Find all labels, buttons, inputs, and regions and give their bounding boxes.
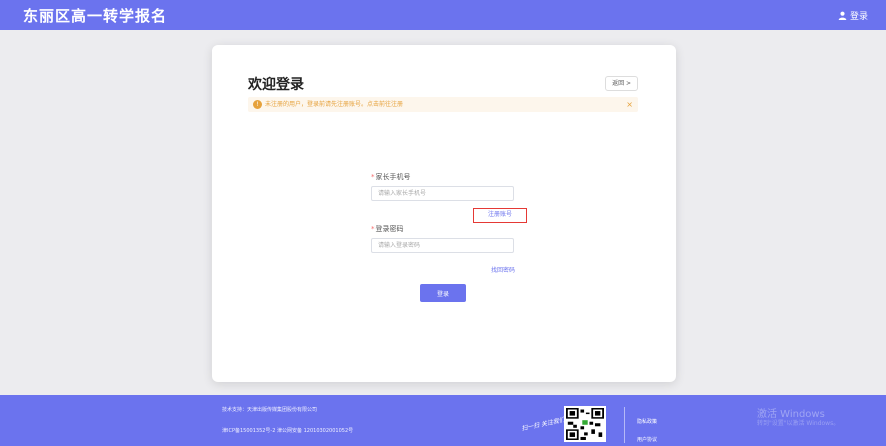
top-header: 东丽区高一转学报名 登录 [0, 0, 886, 30]
footer-divider [624, 407, 625, 443]
phone-input[interactable] [371, 186, 514, 201]
register-link[interactable]: 注册账号 [473, 208, 527, 223]
agreement-link[interactable]: 用户协议 [637, 436, 657, 443]
icp-record-link[interactable]: 津ICP备15001352号-2 津公网安备 12010302001052号 [222, 427, 353, 434]
register-notice: ! 未注册的用户，登录前请先注册账号。点击前往注册 × [248, 97, 638, 112]
site-title: 东丽区高一转学报名 [23, 7, 168, 25]
footer: 技术支持：天津出版传媒集团股份有限公司 津ICP备15001352号-2 津公网… [0, 395, 886, 446]
header-login-button[interactable]: 登录 [838, 9, 868, 22]
back-button[interactable]: 返回 > [605, 76, 638, 91]
login-submit-button[interactable]: 登录 [420, 284, 466, 302]
password-label-text: 登录密码 [375, 225, 404, 233]
phone-label-text: 家长手机号 [375, 173, 411, 181]
login-card: 欢迎登录 返回 > ! 未注册的用户，登录前请先注册账号。点击前往注册 × *家… [212, 45, 676, 382]
required-mark: * [371, 173, 375, 181]
qr-code-icon [566, 408, 604, 440]
tech-support-text: 技术支持：天津出版传媒集团股份有限公司 [222, 407, 318, 413]
notice-text[interactable]: 未注册的用户，登录前请先注册账号。点击前往注册 [265, 97, 403, 112]
user-icon [838, 11, 847, 20]
qr-slogan: 扫一扫 关注我们 [520, 416, 566, 433]
forgot-password-link[interactable]: 找回密码 [491, 265, 515, 274]
close-icon[interactable]: × [626, 97, 633, 112]
privacy-link[interactable]: 隐私政策 [637, 418, 657, 425]
header-login-label: 登录 [849, 12, 868, 22]
phone-label: *家长手机号 [371, 172, 411, 182]
password-label: *登录密码 [371, 224, 404, 234]
required-mark: * [371, 225, 375, 233]
page-title: 欢迎登录 [248, 77, 304, 93]
windows-activation-hint: 转到"设置"以激活 Windows。 [757, 420, 840, 427]
qr-code-image [564, 406, 606, 442]
warning-icon: ! [253, 100, 262, 109]
password-input[interactable] [371, 238, 514, 253]
